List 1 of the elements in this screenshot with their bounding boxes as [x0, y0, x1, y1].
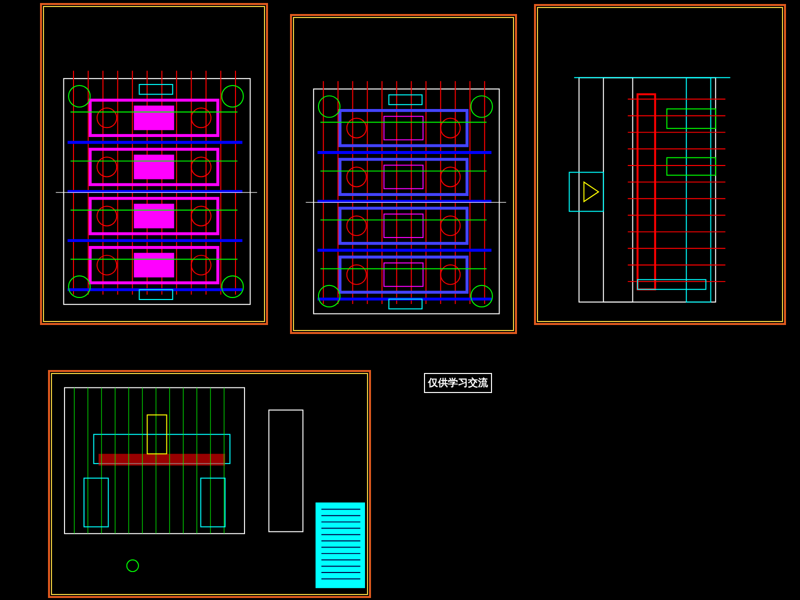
watermark-label: 仅供学习交流	[424, 373, 492, 393]
